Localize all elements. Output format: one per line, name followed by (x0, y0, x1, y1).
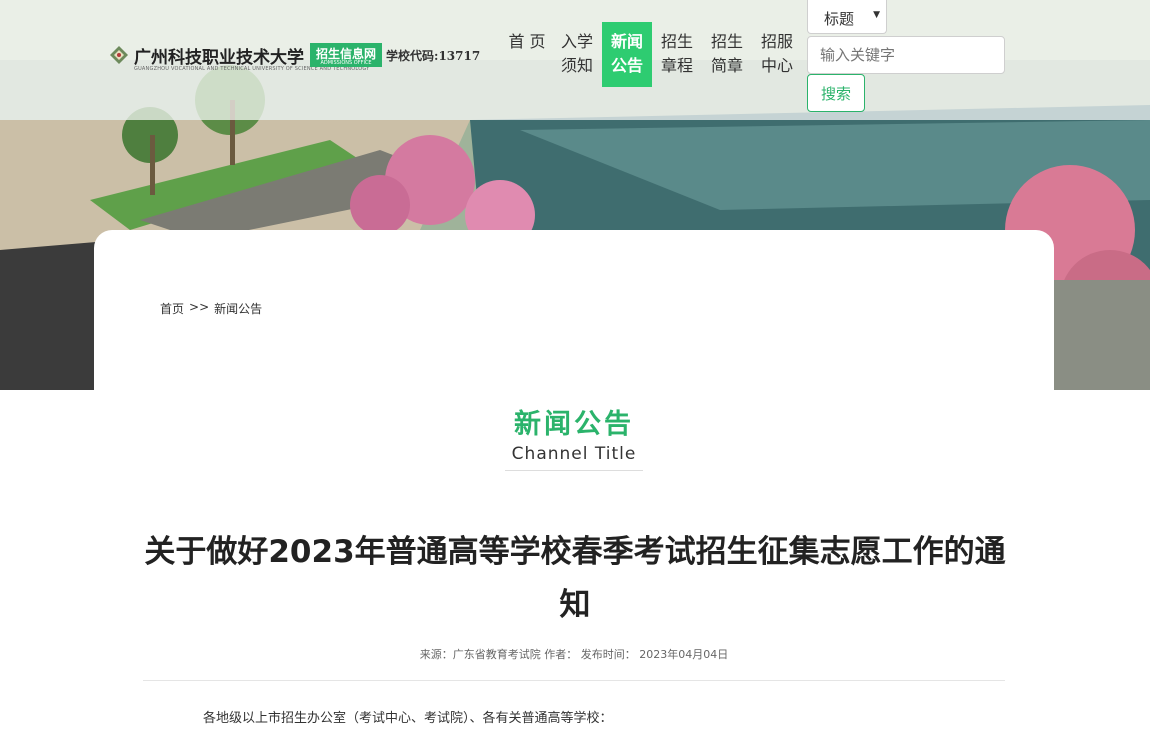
nav-item-regulations[interactable]: 招生 章程 (652, 22, 702, 87)
search-field-select[interactable]: 标题 ▼ (807, 0, 887, 34)
breadcrumb-current[interactable]: 新闻公告 (214, 300, 262, 317)
nav-item-label: 新闻 (610, 32, 643, 51)
nav-item-label: 中心 (760, 56, 793, 75)
nav-item-label: 首 页 (508, 32, 546, 51)
breadcrumb-separator: >> (189, 300, 210, 314)
admissions-badge-sub: ADMISSIONS OFFICE (320, 60, 372, 66)
main-nav: 首 页 入学 须知 新闻 公告 招生 章程 招生 简章 招服 中心 (502, 22, 802, 87)
search-input[interactable] (807, 36, 1005, 74)
school-name: 广州科技职业技术大学 (134, 47, 304, 68)
article-title: 关于做好2023年普通高等学校春季考试招生征集志愿工作的通知 (144, 534, 1006, 623)
channel-heading: 新闻公告 Channel Title (505, 402, 643, 471)
nav-item-news[interactable]: 新闻 公告 (602, 22, 652, 87)
article-body-first-line: 各地级以上市招生办公室（考试中心、考试院）、各有关普通高等学校： (203, 711, 613, 726)
nav-item-label: 招生 (710, 32, 743, 51)
breadcrumb-home[interactable]: 首页 (160, 300, 184, 317)
nav-item-service-center[interactable]: 招服 中心 (752, 22, 802, 87)
nav-item-brochure[interactable]: 招生 简章 (702, 22, 752, 87)
school-emblem-icon (108, 44, 130, 66)
site-logo[interactable]: 广州科技职业技术大学 GUANGZHOU VOCATIONAL AND TECH… (108, 42, 481, 72)
search-field-value: 标题 (824, 10, 855, 28)
nav-item-label: 章程 (660, 56, 693, 75)
admissions-badge: 招生信息网 ADMISSIONS OFFICE (310, 43, 383, 67)
nav-item-label: 招服 (760, 32, 793, 51)
admissions-badge-label: 招生信息网 (316, 47, 377, 61)
nav-item-label: 入学 (560, 32, 593, 51)
article-meta: 来源：广东省教育考试院 作者： 发布时间： 2023年04月04日 (143, 646, 1005, 681)
channel-title-en: Channel Title (505, 444, 643, 471)
breadcrumb: 首页 >> 新闻公告 (160, 300, 262, 317)
nav-item-label: 公告 (610, 56, 643, 75)
nav-item-home[interactable]: 首 页 (502, 22, 552, 87)
nav-item-admission-notice[interactable]: 入学 须知 (552, 22, 602, 87)
school-code: 学校代码:13717 (386, 48, 481, 63)
caret-down-icon: ▼ (873, 10, 880, 20)
nav-item-label: 招生 (660, 32, 693, 51)
channel-title-cn: 新闻公告 (514, 409, 634, 440)
search-button[interactable]: 搜索 (807, 74, 865, 112)
nav-item-label: 须知 (560, 56, 593, 75)
nav-item-label: 简章 (710, 56, 743, 75)
